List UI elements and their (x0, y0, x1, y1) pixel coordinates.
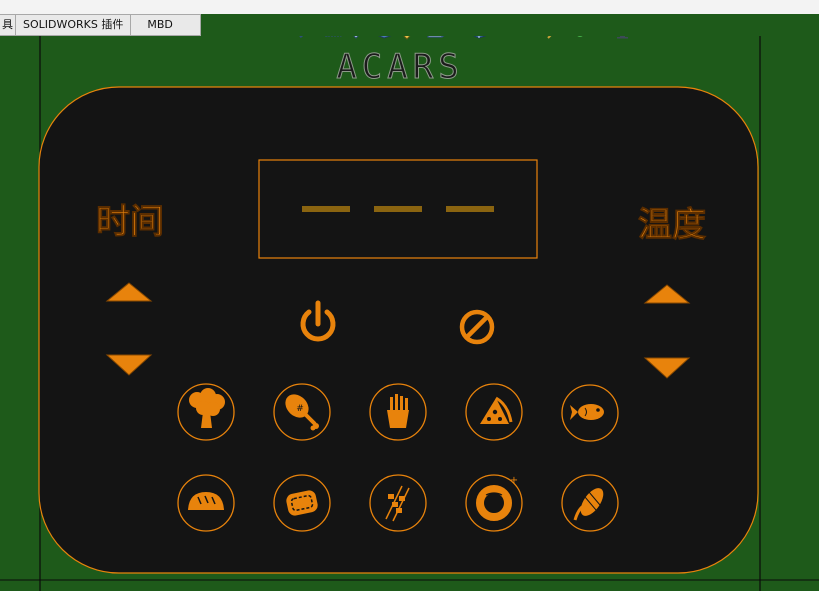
fries-icon (387, 394, 409, 428)
food-button-skewers[interactable] (369, 474, 427, 532)
tab-solidworks-addins[interactable]: SOLIDWORKS 插件 (16, 14, 132, 36)
tab-mbd[interactable]: MBD (131, 14, 201, 36)
temperature-label: 温度 (638, 205, 706, 245)
food-button-steak[interactable] (273, 474, 331, 532)
graphics-area[interactable]: ACARS — — — 时间 温度 (0, 36, 819, 591)
tab-tools[interactable]: 具 (0, 14, 16, 36)
display-segment-1 (302, 206, 350, 212)
time-label: 时间 (96, 202, 164, 242)
food-button-donut[interactable]: + (465, 474, 523, 532)
zoom-to-fit-icon[interactable] (299, 36, 315, 38)
dynamic-annotation-icon[interactable] (402, 36, 418, 40)
model-view: ACARS — — — 时间 温度 (0, 36, 819, 591)
food-button-pizza[interactable] (465, 383, 523, 441)
heads-up-view-toolbar (299, 36, 631, 40)
display-segment-3 (446, 206, 494, 212)
apply-scene-icon[interactable] (573, 36, 588, 37)
previous-view-icon[interactable] (351, 36, 367, 39)
origin-marker-icon: + (510, 475, 518, 486)
command-manager-tabs: 具 SOLIDWORKS 插件 MBD (0, 14, 201, 36)
display-style-icon[interactable] (472, 36, 488, 39)
food-button-broccoli[interactable] (177, 383, 235, 441)
section-view-icon[interactable] (377, 36, 393, 39)
brand-logo: ACARS (336, 47, 463, 87)
food-button-fries[interactable] (369, 383, 427, 441)
display-segment-2 (374, 206, 422, 212)
view-orientation-icon[interactable] (427, 36, 447, 38)
view-settings-icon[interactable] (614, 36, 631, 39)
food-button-chicken-leg[interactable]: # (273, 383, 331, 441)
food-button-corn[interactable] (561, 474, 619, 532)
svg-text:#: # (296, 404, 304, 414)
food-button-fish[interactable] (561, 384, 619, 442)
edit-appearance-icon[interactable] (547, 36, 563, 39)
food-button-bread[interactable] (177, 474, 235, 532)
title-strip (0, 0, 819, 14)
